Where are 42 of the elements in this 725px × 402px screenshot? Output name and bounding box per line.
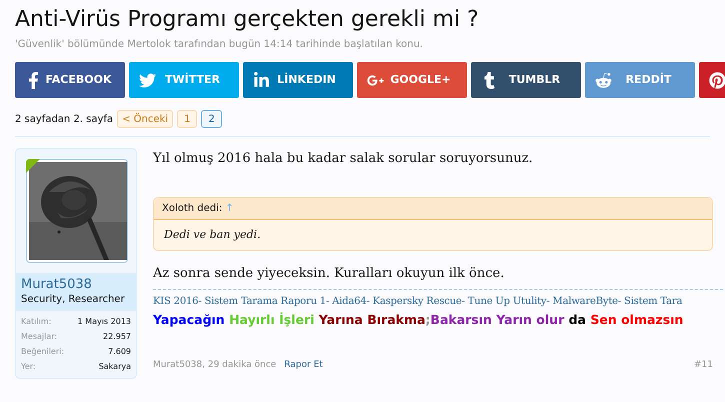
page-link[interactable]: 2: [201, 110, 222, 128]
signature-motto-text: Hayırlı İşleri: [229, 312, 316, 326]
signature-motto-text: ;: [425, 312, 430, 326]
author-title: Security, Researcher: [21, 293, 126, 307]
signature-motto-text: Yapacağın: [153, 312, 226, 326]
online-badge-icon: [26, 159, 40, 173]
quote-text: Dedi ve ban yedi.: [162, 226, 262, 242]
signature-motto-text: Bakarsın Yarın olur: [430, 312, 566, 326]
quote-author: Xoloth dedi:: [162, 202, 222, 216]
share-button[interactable]: TWİTTER: [129, 62, 239, 98]
signature-motto-text: da: [568, 312, 587, 326]
page-summary: 2 sayfadan 2. sayfa: [15, 112, 114, 126]
thread-title: Anti-Virüs Programı gerçekten gerekli mi ?: [15, 6, 480, 34]
share-button[interactable]: REDDİT: [585, 62, 695, 98]
share-button[interactable]: GOOGLE+: [357, 62, 467, 98]
stat-value: 1 Mayıs 2013: [78, 316, 131, 328]
share-button[interactable]: FACEBOOK: [15, 62, 125, 98]
share-button[interactable]: TUMBLR: [471, 62, 581, 98]
thread-meta: 'Güvenlik' bölümünde Mertolok tarafından bugün 14:14 tarihinde başlatılan konu.: [15, 38, 424, 52]
post-byline: Murat5038, 29 dakika önce: [153, 359, 276, 372]
stat-label: Mesajlar:: [21, 331, 58, 343]
previous-page-link[interactable]: < Önceki: [117, 110, 174, 128]
bird-icon: [139, 72, 156, 88]
pinterest-icon: [709, 72, 725, 88]
stat-label: Katılım:: [21, 316, 52, 328]
reddit-icon: [595, 72, 612, 88]
linkedin-icon: [253, 72, 270, 88]
post-text: Az sonra sende yiyeceksin. Kuralları okuyun ilk önce.: [153, 265, 506, 283]
stat-value: 7.609: [108, 346, 131, 358]
stat-label: Yer:: [21, 361, 36, 373]
signature-links[interactable]: KIS 2016- Sistem Tarama Raporu 1- Aida64- Kaspersky Rescue- Tune Up Utulity- MalwareByte- Sistem Tara: [153, 294, 725, 308]
share-button[interactable]: LİNKEDIN: [243, 62, 353, 98]
page-link[interactable]: 1: [177, 110, 198, 128]
stat-value: 22.957: [103, 331, 131, 343]
stat-value: Sakarya: [98, 361, 131, 373]
post-number-link[interactable]: #11: [694, 359, 713, 373]
stat-label: Beğenileri:: [21, 346, 64, 358]
report-link[interactable]: Rapor Et: [284, 359, 323, 373]
author-name[interactable]: Murat5038: [21, 277, 131, 293]
post-text: Yıl olmuş 2016 hala bu kadar salak sorular soruyorsunuz.: [153, 150, 534, 168]
signature-motto-text: Sen olmazsın: [590, 312, 684, 326]
signature-motto-text: Yarına Bırakma: [318, 312, 426, 326]
